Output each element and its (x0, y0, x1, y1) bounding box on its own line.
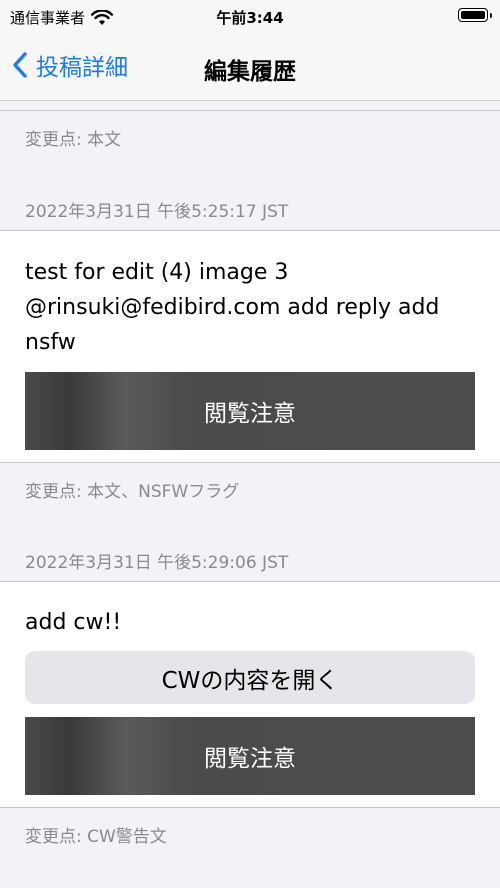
post-text: add cw!! (25, 610, 122, 635)
entry-changes: 変更点: CW警告文 (25, 827, 167, 847)
nsfw-label: 閲覧注意 (204, 746, 296, 772)
chevron-left-icon (13, 52, 27, 78)
divider (0, 462, 500, 463)
navigation-bar: 投稿詳細 編集履歴 (0, 34, 500, 101)
status-time: 午前3:44 (216, 9, 284, 27)
back-button-label: 投稿詳細 (36, 55, 128, 81)
divider (0, 110, 500, 111)
entry-timestamp: 2022年3月31日 午後5:29:06 JST (25, 553, 289, 573)
nsfw-media-overlay[interactable]: 閲覧注意 (25, 717, 475, 795)
back-button[interactable]: 投稿詳細 (12, 48, 128, 82)
open-cw-button[interactable]: CWの内容を開く (25, 651, 475, 704)
status-bar: 通信事業者 午前3:44 (0, 0, 500, 34)
entry-changes: 変更点: 本文 (25, 130, 122, 150)
history-entry-card: test for edit (4) image 3 @rinsuki@fedib… (0, 231, 500, 462)
post-text: test for edit (4) image 3 @rinsuki@fedib… (25, 260, 440, 355)
edit-history-screen: 通信事業者 午前3:44 投稿詳細 編集履歴 変更点: 本文 2022年3月31… (0, 0, 500, 888)
open-cw-button-label: CWの内容を開く (161, 667, 339, 694)
history-entry-card: add cw!! CWの内容を開く 閲覧注意 (0, 582, 500, 807)
divider (0, 807, 500, 808)
history-list: 変更点: 本文 2022年3月31日 午後5:25:17 JST test fo… (0, 101, 500, 888)
entry-timestamp: 2022年3月31日 午後5:25:17 JST (25, 202, 289, 222)
entry-changes: 変更点: 本文、NSFWフラグ (25, 482, 240, 502)
nsfw-label: 閲覧注意 (204, 401, 296, 427)
battery-icon (458, 8, 492, 22)
nsfw-media-overlay[interactable]: 閲覧注意 (25, 372, 475, 450)
